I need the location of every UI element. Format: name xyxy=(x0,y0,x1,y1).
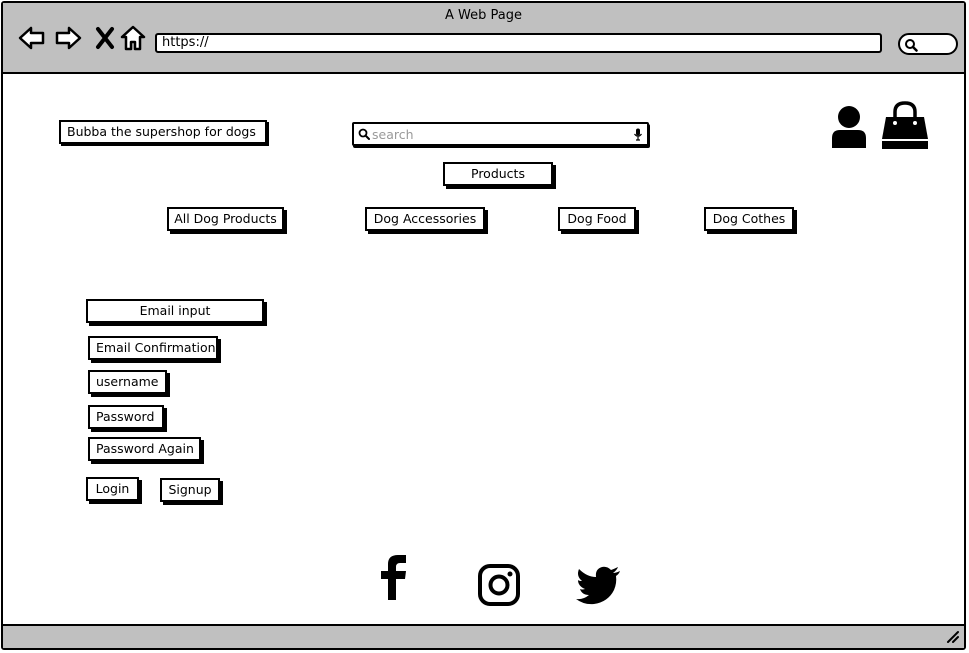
signup-button[interactable]: Signup xyxy=(160,478,220,502)
password-again-field[interactable]: Password Again xyxy=(88,437,201,461)
resize-grip-icon[interactable] xyxy=(946,630,960,644)
email-input-field[interactable]: Email input xyxy=(86,299,264,323)
user-account-icon[interactable] xyxy=(830,105,868,149)
browser-statusbar xyxy=(3,624,964,648)
shop-name-label[interactable]: Bubba the supershop for dogs xyxy=(59,120,267,144)
stop-icon[interactable] xyxy=(91,23,121,53)
window-title: A Web Page xyxy=(445,8,522,23)
products-button[interactable]: Products xyxy=(443,162,553,186)
microphone-icon[interactable] xyxy=(633,128,643,141)
browser-search-field[interactable] xyxy=(898,33,958,55)
site-search-box[interactable] xyxy=(352,122,649,146)
search-icon xyxy=(905,39,918,52)
email-confirmation-field[interactable]: Email Confirmation xyxy=(88,336,218,360)
username-field[interactable]: username xyxy=(88,370,167,394)
facebook-icon[interactable] xyxy=(379,553,409,601)
instagram-icon[interactable] xyxy=(477,563,521,607)
category-dog-accessories[interactable]: Dog Accessories xyxy=(365,207,485,231)
back-arrow-icon[interactable] xyxy=(17,23,47,53)
browser-titlebar: A Web Page https:// xyxy=(3,3,964,74)
password-field[interactable]: Password xyxy=(88,405,164,429)
category-dog-food[interactable]: Dog Food xyxy=(558,207,636,231)
twitter-icon[interactable] xyxy=(575,566,621,606)
browser-window: A Web Page https:// Bubba the supershop … xyxy=(1,1,966,650)
home-icon[interactable] xyxy=(118,23,148,53)
search-input[interactable] xyxy=(372,125,622,143)
category-dog-clothes[interactable]: Dog Cothes xyxy=(704,207,794,231)
search-icon xyxy=(358,128,370,140)
forward-arrow-icon[interactable] xyxy=(53,23,83,53)
shopping-bag-icon[interactable] xyxy=(880,101,930,151)
url-bar[interactable]: https:// xyxy=(155,33,882,53)
category-all-dog-products[interactable]: All Dog Products xyxy=(167,207,284,231)
login-button[interactable]: Login xyxy=(86,477,139,501)
